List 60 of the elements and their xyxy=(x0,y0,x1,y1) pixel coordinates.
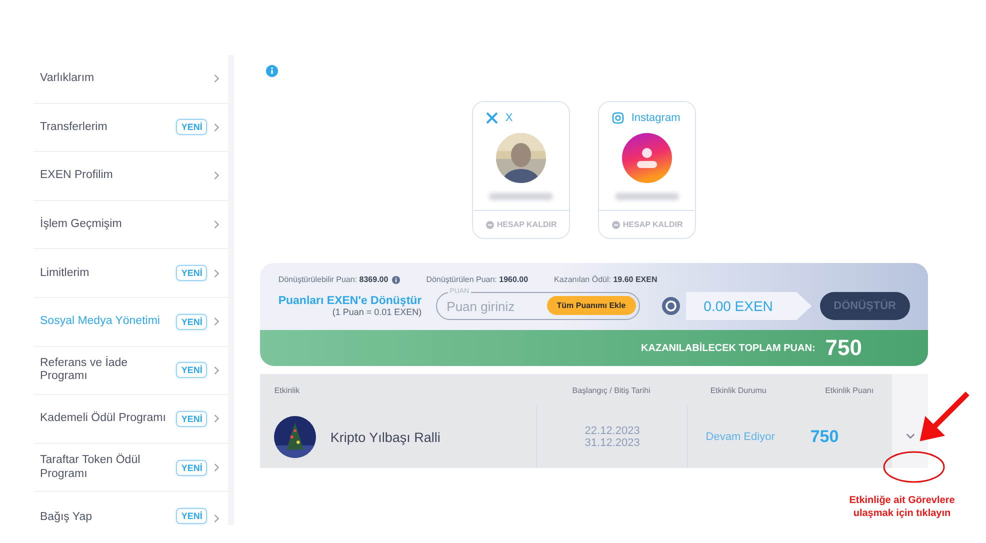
start-date: 22.12.2023 xyxy=(584,425,640,437)
x-logo-icon xyxy=(486,112,498,124)
column-header: Etkinlik xyxy=(273,386,301,394)
info-icon[interactable] xyxy=(266,65,278,77)
chevron-right-icon xyxy=(213,364,220,376)
platform-name: X xyxy=(505,112,513,124)
minus-circle-icon xyxy=(612,220,620,228)
chevron-right-icon xyxy=(213,316,220,328)
sidebar-item[interactable]: Taraftar Token Ödül Programı YENİ xyxy=(34,444,228,492)
new-badge: YENİ xyxy=(176,362,208,378)
column-header: Etkinlik Durumu xyxy=(709,386,768,394)
exen-result-value: 0.00 EXEN xyxy=(686,292,812,320)
total-points-value: 750 xyxy=(825,335,862,361)
event-status: Devam Ediyor xyxy=(706,431,775,443)
annotation-text: Etkinliğe ait Görevlere ulaşmak için tıklayın xyxy=(848,494,956,520)
new-badge: YENİ xyxy=(176,410,208,427)
camera-icon xyxy=(612,112,624,124)
sidebar-item[interactable]: İşlem Geçmişim xyxy=(34,200,228,250)
new-badge: YENİ xyxy=(176,119,208,136)
conversion-rate: (1 Puan = 0.01 EXEN) xyxy=(332,307,422,317)
platform-name: Instagram xyxy=(631,112,680,124)
total-points-label: KAZANILABİLECEK TOPLAM PUAN: xyxy=(641,342,816,354)
end-date: 31.12.2023 xyxy=(584,437,640,449)
event-points: 750 xyxy=(810,427,839,447)
column-header: Başlangıç / Bitiş Tarihi xyxy=(571,386,652,394)
blurred-username xyxy=(615,193,680,200)
sidebar-item[interactable]: Bağış Yap YENİ xyxy=(34,492,228,524)
user-avatar-icon xyxy=(622,133,672,183)
column-header: Etkinlik Puanı xyxy=(824,386,875,394)
sidebar-item[interactable]: EXEN Profilim xyxy=(34,152,228,201)
sidebar-item[interactable]: Transferlerim YENİ xyxy=(34,104,228,152)
stat-text: Dönüştürülen Puan: 1960.00 xyxy=(426,275,528,284)
exchange-icon xyxy=(662,297,680,315)
event-name: Kripto Yılbaşı Ralli xyxy=(330,430,440,444)
chevron-right-icon xyxy=(213,219,220,230)
annotation-ellipse xyxy=(882,450,946,484)
new-badge: YENİ xyxy=(176,460,208,476)
sidebar-item[interactable]: Varlıklarım xyxy=(34,55,228,104)
sidebar-item[interactable]: Kademeli Ödül Programı YENİ xyxy=(34,395,228,444)
sidebar-item[interactable]: Referans ve İade Programı YENİ xyxy=(34,346,228,396)
new-badge: YENİ xyxy=(176,508,208,524)
new-badge: YENİ xyxy=(176,314,208,330)
chevron-right-icon xyxy=(213,122,220,133)
sidebar-item[interactable]: Limitlerim YENİ xyxy=(34,249,228,298)
new-badge: YENİ xyxy=(176,265,208,282)
stat-text: Kazanılan Ödül: 19.60 EXEN xyxy=(554,275,658,284)
chevron-down-icon[interactable] xyxy=(904,432,916,440)
blurred-username xyxy=(489,193,554,200)
chevron-right-icon xyxy=(213,73,220,84)
chevron-right-icon xyxy=(213,413,220,424)
chevron-right-icon xyxy=(213,268,220,279)
add-all-points-button[interactable]: Tüm Puanımı Ekle xyxy=(546,296,636,315)
chevron-right-icon xyxy=(213,462,220,474)
stat-text: Dönüştürülebilir Puan: 8369.00 xyxy=(278,275,388,284)
annotation-arrow xyxy=(918,389,972,443)
info-icon[interactable] xyxy=(392,276,400,284)
chevron-right-icon xyxy=(213,513,220,524)
chevron-right-icon xyxy=(213,170,220,182)
conversion-title: Puanları EXEN'e Dönüştür xyxy=(278,295,422,307)
minus-circle-icon xyxy=(486,220,494,228)
